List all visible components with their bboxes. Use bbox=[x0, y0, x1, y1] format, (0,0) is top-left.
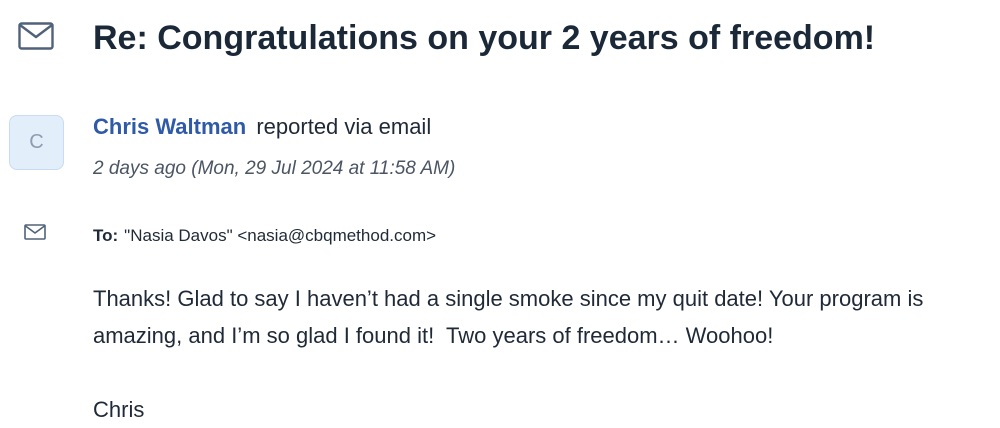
sender-line: Chris Waltman reported via email bbox=[93, 111, 431, 143]
message-text: Thanks! Glad to say I haven’t had a sing… bbox=[93, 286, 930, 348]
envelope-icon bbox=[18, 22, 54, 50]
recipient-address: "Nasia Davos" <nasia@cbqmethod.com> bbox=[124, 226, 437, 245]
recipient-line: To: "Nasia Davos" <nasia@cbqmethod.com> bbox=[93, 223, 436, 249]
message-body: Thanks! Glad to say I haven’t had a sing… bbox=[93, 280, 998, 428]
report-channel: reported via email bbox=[256, 114, 432, 139]
recipient-label: To: bbox=[93, 226, 119, 245]
avatar: C bbox=[9, 115, 64, 170]
sender-name-link[interactable]: Chris Waltman bbox=[93, 114, 246, 139]
envelope-icon bbox=[24, 224, 46, 240]
message-timestamp: 2 days ago (Mon, 29 Jul 2024 at 11:58 AM… bbox=[93, 158, 456, 179]
message-signature: Chris bbox=[93, 397, 145, 422]
ticket-title: Re: Congratulations on your 2 years of f… bbox=[93, 19, 876, 57]
